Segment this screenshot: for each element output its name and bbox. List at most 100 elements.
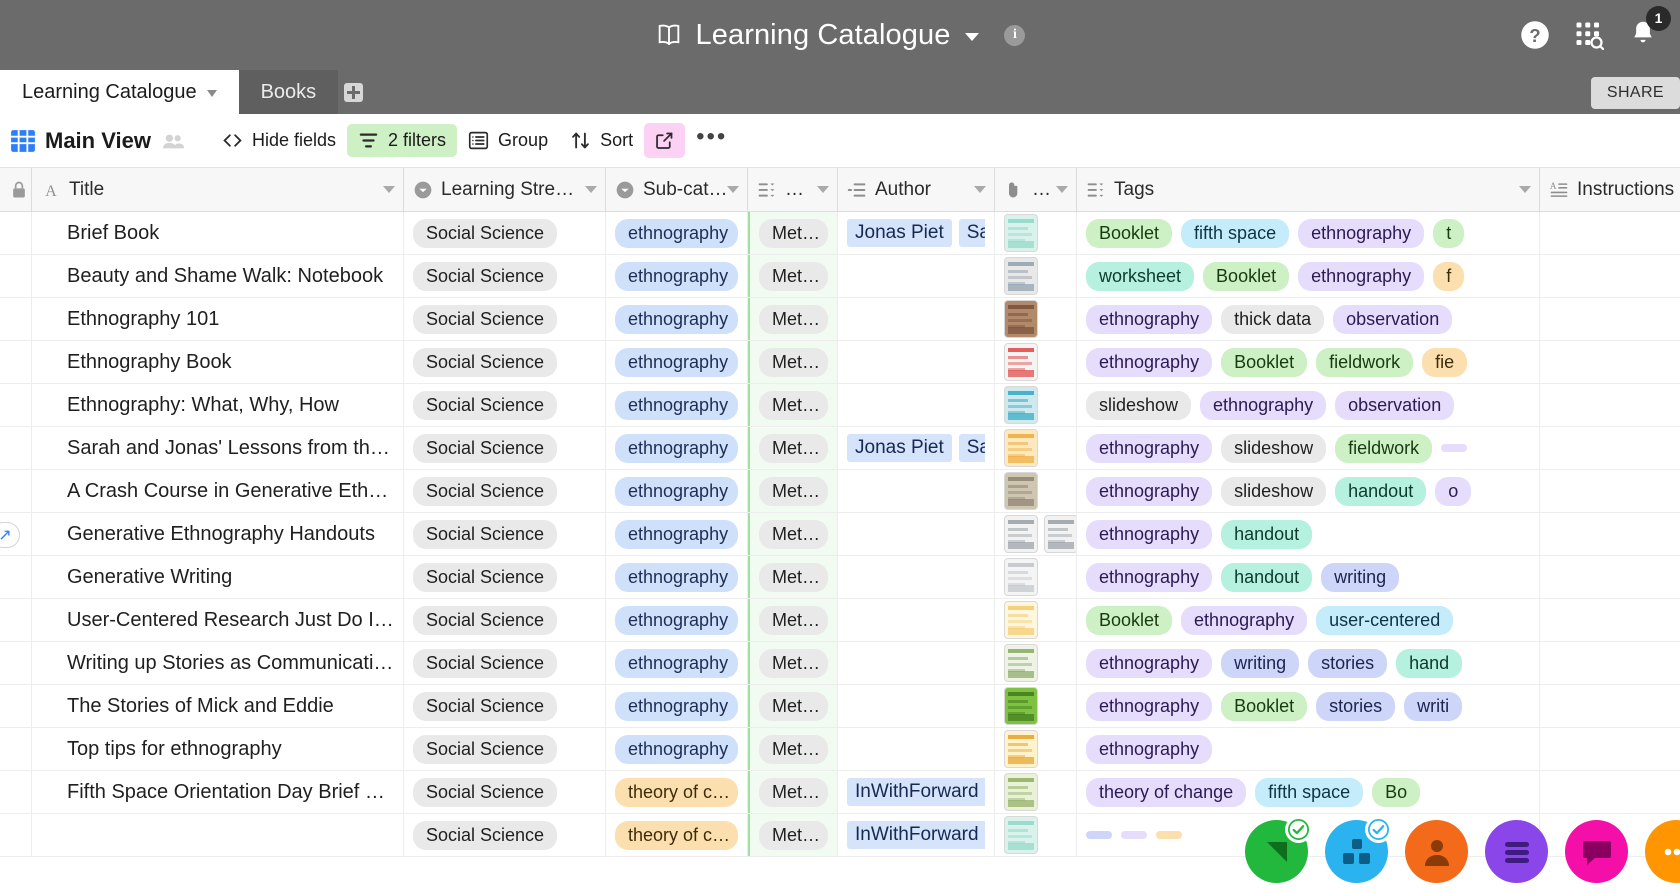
info-icon[interactable]: i [1004,24,1026,46]
cell-instructions[interactable] [1540,341,1680,383]
cell-learning-stream[interactable]: Social Science [404,212,606,254]
cell-title[interactable]: A Crash Course in Generative Ethnography [32,470,404,512]
cell-instructions[interactable] [1540,685,1680,727]
attachment-thumbnail[interactable] [1004,644,1038,682]
cell-method[interactable]: Met… [748,599,838,641]
header-sub-category[interactable]: Sub-cat… [606,168,748,211]
attachment-thumbnail[interactable] [1004,601,1038,639]
cell-learning-stream[interactable]: Social Science [404,728,606,770]
filters-button[interactable]: 2 filters [347,124,458,157]
cell-sub-category[interactable]: ethnography [606,685,748,727]
cell-instructions[interactable] [1540,470,1680,512]
chevron-down-icon[interactable] [383,186,395,193]
cell-sub-category[interactable]: ethnography [606,556,748,598]
cell-learning-stream[interactable]: Social Science [404,513,606,555]
cell-author[interactable] [838,470,995,512]
green-app-icon[interactable] [1245,816,1312,883]
table-row[interactable]: Top tips for ethnography Social Science et… [0,728,1680,771]
chevron-down-icon[interactable] [817,186,829,193]
cell-author[interactable]: Jonas PietSara [838,427,995,469]
row-gutter[interactable] [0,470,32,512]
cell-instructions[interactable] [1540,427,1680,469]
chevron-down-icon[interactable] [974,186,986,193]
cell-learning-stream[interactable]: Social Science [404,642,606,684]
cell-author[interactable] [838,728,995,770]
cell-title[interactable] [32,814,404,856]
author-chip[interactable]: InWithForward [847,821,985,849]
attachment-thumbnail[interactable] [1004,429,1038,467]
cell-title[interactable]: Ethnography 101 [32,298,404,340]
cell-instructions[interactable] [1540,556,1680,598]
cell-learning-stream[interactable]: Social Science [404,384,606,426]
header-attachment[interactable]: … [995,168,1077,211]
table-row[interactable]: Ethnography: What, Why, How Social Scienc… [0,384,1680,427]
cell-learning-stream[interactable]: Social Science [404,556,606,598]
cell-attachment[interactable] [995,685,1077,727]
cell-tags[interactable]: ethnography thick data observation [1077,298,1540,340]
header-tags[interactable]: Tags [1077,168,1540,211]
cell-method[interactable]: Met… [748,470,838,512]
cell-instructions[interactable] [1540,384,1680,426]
cell-instructions[interactable] [1540,642,1680,684]
cell-attachment[interactable] [995,814,1077,856]
attachment-thumbnail[interactable] [1004,257,1038,295]
header-method[interactable]: … [748,168,838,211]
attachment-thumbnail[interactable] [1004,386,1038,424]
group-button[interactable]: Group [457,124,559,157]
table-row[interactable]: Generative Writing Social Science ethnogra… [0,556,1680,599]
cell-sub-category[interactable]: ethnography [606,341,748,383]
cell-author[interactable]: Jonas PietSara [838,212,995,254]
table-row[interactable]: User-Centered Research Just Do It Guide S… [0,599,1680,642]
cell-title[interactable]: Beauty and Shame Walk: Notebook [32,255,404,297]
cell-attachment[interactable] [995,642,1077,684]
cell-instructions[interactable] [1540,298,1680,340]
cell-author[interactable]: InWithForward [838,771,995,813]
row-gutter[interactable] [0,599,32,641]
attachment-thumbnail[interactable] [1004,214,1038,252]
cell-attachment[interactable] [995,341,1077,383]
cell-author[interactable] [838,341,995,383]
apps-search-icon[interactable] [1574,20,1604,50]
cell-tags[interactable]: Booklet fifth space ethnography t [1077,212,1540,254]
attachment-thumbnail[interactable] [1004,730,1038,768]
table-row[interactable]: Brief Book Social Science ethnography Met… J… [0,212,1680,255]
cell-title[interactable]: Generative Writing [32,556,404,598]
cell-attachment[interactable] [995,427,1077,469]
cell-tags[interactable]: ethnography [1077,728,1540,770]
cell-title[interactable]: Fifth Space Orientation Day Brief Book [32,771,404,813]
attachment-thumbnail[interactable] [1004,816,1038,854]
cell-method[interactable]: Met… [748,685,838,727]
header-learning-stream[interactable]: Learning Stre… [404,168,606,211]
collaborators-icon[interactable] [162,132,185,150]
cell-tags[interactable]: Booklet ethnography user-centered [1077,599,1540,641]
row-gutter[interactable] [0,212,32,254]
pink-chat-icon[interactable] [1565,820,1628,883]
author-chip[interactable]: Jonas Piet [847,434,952,462]
table-row[interactable]: The Stories of Mick and Eddie Social Scie… [0,685,1680,728]
chevron-down-icon[interactable] [1056,186,1068,193]
chevron-down-icon[interactable] [206,90,217,97]
cell-sub-category[interactable]: ethnography [606,212,748,254]
blue-app-icon[interactable] [1325,816,1392,883]
cell-sub-category[interactable]: ethnography [606,470,748,512]
cell-learning-stream[interactable]: Social Science [404,427,606,469]
cell-sub-category[interactable]: ethnography [606,642,748,684]
row-gutter[interactable] [0,728,32,770]
cell-method[interactable]: Met… [748,298,838,340]
cell-author[interactable] [838,255,995,297]
cell-author[interactable] [838,685,995,727]
header-author[interactable]: Author [838,168,995,211]
cell-method[interactable]: Met… [748,642,838,684]
author-chip[interactable]: Sara [958,219,985,247]
cell-tags[interactable]: ethnography handout writing [1077,556,1540,598]
cell-learning-stream[interactable]: Social Science [404,814,606,856]
table-row[interactable]: Ethnography Book Social Science ethnograph… [0,341,1680,384]
attachment-thumbnail[interactable] [1004,472,1038,510]
chevron-down-icon[interactable] [965,33,980,41]
cell-tags[interactable]: ethnography Booklet stories writi [1077,685,1540,727]
chevron-down-icon[interactable] [585,186,597,193]
row-gutter[interactable] [0,814,32,856]
cell-attachment[interactable] [995,771,1077,813]
cell-author[interactable] [838,642,995,684]
cell-title[interactable]: Top tips for ethnography [32,728,404,770]
